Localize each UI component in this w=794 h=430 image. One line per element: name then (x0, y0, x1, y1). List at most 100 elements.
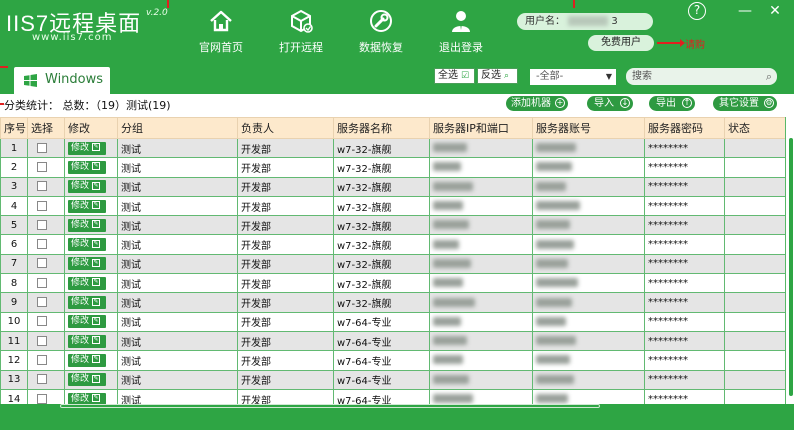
edit-button[interactable]: 修改 ✎ (68, 238, 106, 252)
nav-data-recovery-button[interactable]: 数据恢复 (341, 6, 421, 54)
edit-button[interactable]: 修改 ✎ (68, 160, 106, 174)
edit-label: 修改 (71, 354, 90, 365)
close-icon[interactable]: ✕ (766, 2, 784, 20)
help-icon[interactable]: ? (688, 2, 706, 20)
app-window: IIS7远程桌面 v.2.0 www.iis7.com 官网首页 打开远程 数据… (0, 0, 794, 430)
upgrade-link[interactable]: 请购 (685, 36, 705, 51)
table-row[interactable]: 7 修改 ✎ 测试 开发部 w7-32-旗舰 ******** (0, 253, 785, 275)
import-button[interactable]: 导入 ↓ (587, 96, 633, 111)
edit-button[interactable]: 修改 ✎ (68, 199, 106, 213)
edit-button[interactable]: 修改 ✎ (68, 218, 106, 232)
cell-owner: 开发部 (237, 176, 334, 197)
table-row[interactable]: 6 修改 ✎ 测试 开发部 w7-32-旗舰 ******** (0, 234, 785, 255)
edit-button[interactable]: 修改 ✎ (68, 296, 106, 310)
col-header-server-password: 服务器密码 (644, 117, 725, 139)
edit-button[interactable]: 修改 ✎ (68, 141, 106, 155)
edit-button[interactable]: 修改 ✎ (68, 315, 106, 329)
minimize-glyph: — (738, 3, 752, 19)
row-checkbox[interactable] (37, 393, 47, 404)
table-row[interactable]: 1 修改 ✎ 测试 开发部 w7-32-旗舰 ******** (0, 137, 785, 159)
row-checkbox[interactable] (37, 142, 47, 153)
cell-select (27, 311, 65, 332)
edit-button[interactable]: 修改 ✎ (68, 257, 106, 271)
row-checkbox[interactable] (37, 200, 47, 211)
nav-logout-button[interactable]: 退出登录 (421, 6, 501, 54)
cell-edit: 修改 ✎ (64, 350, 118, 371)
table-row[interactable]: 2 修改 ✎ 测试 开发部 w7-32-旗舰 ******** (0, 157, 785, 178)
help-glyph: ? (693, 3, 701, 17)
row-checkbox[interactable] (37, 374, 47, 385)
cell-no: 9 (0, 292, 28, 313)
import-icon: ↓ (620, 98, 630, 108)
nav-logout-label: 退出登录 (439, 41, 483, 54)
nav-open-remote-button[interactable]: 打开远程 (261, 6, 341, 54)
table-row[interactable]: 3 修改 ✎ 测试 开发部 w7-32-旗舰 ******** (0, 176, 785, 197)
tab-windows[interactable]: Windows (14, 67, 110, 94)
search-icon[interactable]: ⌕ (766, 68, 772, 85)
edit-label: 修改 (71, 161, 90, 172)
cell-status (724, 369, 785, 390)
table-row[interactable]: 10 修改 ✎ 测试 开发部 w7-64-专业 ******** (0, 311, 785, 332)
search-input[interactable]: 搜索 ⌕ (626, 68, 777, 85)
cell-owner: 开发部 (237, 311, 334, 332)
row-checkbox[interactable] (37, 219, 47, 230)
cell-server-ip (429, 195, 533, 217)
table-row[interactable]: 8 修改 ✎ 测试 开发部 w7-32-旗舰 ******** (0, 273, 785, 294)
cell-group: 测试 (117, 350, 238, 371)
cell-server-ip (429, 388, 533, 404)
edit-button[interactable]: 修改 ✎ (68, 353, 106, 367)
row-checkbox[interactable] (37, 335, 47, 346)
row-checkbox[interactable] (37, 316, 47, 327)
edit-button[interactable]: 修改 ✎ (68, 276, 106, 290)
cell-server-password: ******** (644, 273, 725, 294)
col-header-server-account: 服务器账号 (532, 117, 645, 139)
cell-edit: 修改 ✎ (64, 215, 118, 236)
version-label: v.2.0 (146, 8, 168, 18)
row-checkbox[interactable] (37, 297, 47, 308)
redacted-ip (433, 394, 473, 403)
free-user-button[interactable]: 免费用户 (588, 35, 654, 51)
edit-button[interactable]: 修改 ✎ (68, 373, 106, 387)
cell-edit: 修改 ✎ (64, 176, 118, 197)
row-checkbox[interactable] (37, 258, 47, 269)
red-marker (167, 0, 169, 8)
table-row[interactable]: 12 修改 ✎ 测试 开发部 w7-64-专业 ******** (0, 350, 785, 371)
invert-select-button[interactable]: 反选 ⌕ (477, 68, 518, 84)
row-checkbox[interactable] (37, 277, 47, 288)
select-all-button[interactable]: 全选 ☑ (434, 68, 475, 84)
table-row[interactable]: 9 修改 ✎ 测试 开发部 w7-32-旗舰 ******** (0, 292, 785, 313)
group-select[interactable]: -全部- ▼ (530, 69, 616, 85)
cell-status (724, 234, 785, 255)
cell-group: 测试 (117, 234, 238, 255)
edit-button[interactable]: 修改 ✎ (68, 392, 106, 404)
cell-server-account (532, 176, 645, 197)
edit-label: 修改 (71, 200, 90, 211)
edit-button[interactable]: 修改 ✎ (68, 334, 106, 348)
export-button[interactable]: 导出 ↑ (649, 96, 695, 111)
cell-owner: 开发部 (237, 350, 334, 371)
vertical-scrollbar[interactable] (789, 138, 793, 396)
table-row[interactable]: 14 修改 ✎ 测试 开发部 w7-64-专业 ******** (0, 388, 785, 404)
other-settings-button[interactable]: 其它设置 ⚙ (713, 96, 777, 111)
minimize-icon[interactable]: — (736, 2, 754, 20)
cell-owner: 开发部 (237, 369, 334, 390)
row-checkbox[interactable] (37, 181, 47, 192)
nav-home-button[interactable]: 官网首页 (181, 6, 261, 54)
table-row[interactable]: 11 修改 ✎ 测试 开发部 w7-64-专业 ******** (0, 330, 785, 352)
row-checkbox[interactable] (37, 161, 47, 172)
table-row[interactable]: 4 修改 ✎ 测试 开发部 w7-32-旗舰 ******** (0, 195, 785, 217)
row-checkbox[interactable] (37, 354, 47, 365)
add-machine-button[interactable]: 添加机器 + (506, 96, 568, 111)
row-checkbox[interactable] (37, 239, 47, 250)
horizontal-scrollbar[interactable] (60, 404, 600, 408)
redacted-account (536, 374, 574, 384)
edit-icon: ✎ (92, 162, 101, 171)
cell-server-name: w7-32-旗舰 (333, 195, 430, 217)
redacted-account (536, 181, 566, 191)
cell-server-password: ******** (644, 330, 725, 352)
table-row[interactable]: 5 修改 ✎ 测试 开发部 w7-32-旗舰 ******** (0, 215, 785, 236)
cell-server-password: ******** (644, 176, 725, 197)
table-row[interactable]: 13 修改 ✎ 测试 开发部 w7-64-专业 ******** (0, 369, 785, 390)
edit-button[interactable]: 修改 ✎ (68, 180, 106, 194)
redacted-ip (433, 336, 467, 346)
